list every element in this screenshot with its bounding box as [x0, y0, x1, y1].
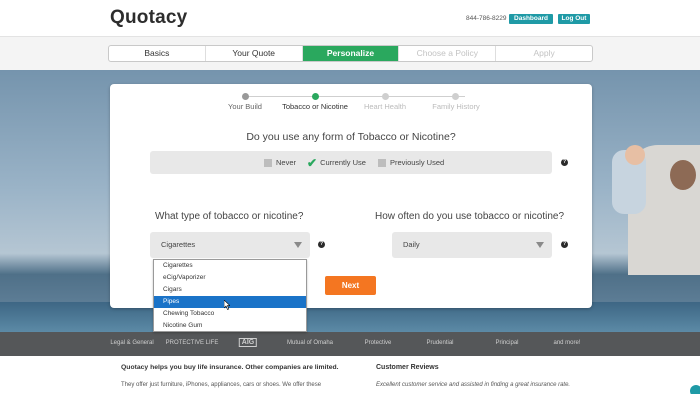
dropdown-option-highlighted[interactable]: Pipes	[154, 296, 306, 308]
sub-step-dot-tobacco	[312, 93, 319, 100]
checkbox-icon[interactable]	[378, 158, 386, 167]
tobacco-type-question: What type of tobacco or nicotine?	[155, 211, 304, 222]
option-currently-use-label: Currently Use	[320, 158, 366, 167]
chevron-down-icon	[536, 242, 544, 248]
dropdown-option[interactable]: Nicotine Gum	[154, 320, 306, 332]
partner-logo: Protective	[364, 340, 392, 346]
dropdown-option[interactable]: eCig/Vaporizer	[154, 272, 306, 284]
progress-step-personalize: Personalize	[302, 46, 400, 61]
progress-step-basics[interactable]: Basics	[109, 46, 206, 61]
sub-step-line	[245, 96, 465, 97]
site-header: Quotacy 844-786-8229 Dashboard Log Out	[0, 0, 700, 37]
phone-number[interactable]: 844-786-8229	[466, 15, 506, 22]
tobacco-frequency-question: How often do you use tobacco or nicotine…	[375, 211, 565, 222]
logout-button[interactable]: Log Out	[558, 14, 590, 24]
tobacco-question: Do you use any form of Tobacco or Nicoti…	[246, 131, 456, 143]
checkmark-icon[interactable]: ✔	[307, 157, 317, 169]
tobacco-frequency-select[interactable]: Daily	[392, 232, 552, 258]
partner-logo: Prudential	[426, 340, 454, 346]
tobacco-options: Never ✔ Currently Use Previously Used	[150, 151, 552, 174]
option-previously-used[interactable]: Previously Used	[378, 158, 444, 167]
sub-step-dot-your-build	[242, 93, 249, 100]
tobacco-type-selected-value: Cigarettes	[161, 240, 196, 249]
chat-icon[interactable]	[690, 385, 700, 394]
sub-step-label-tobacco: Tobacco or Nicotine	[282, 102, 348, 111]
tobacco-type-select[interactable]: Cigarettes	[150, 232, 310, 258]
progress-step-choose-policy: Choose a Policy	[399, 46, 497, 61]
sub-step-dot-family-history	[452, 93, 459, 100]
partner-logo: Legal & General	[110, 340, 154, 346]
partner-logo: AIG	[238, 338, 258, 347]
tobacco-type-dropdown-list: Cigarettes eCig/Vaporizer Cigars Pipes C…	[153, 259, 307, 332]
father-head	[670, 160, 696, 190]
chevron-down-icon	[294, 242, 302, 248]
option-previously-used-label: Previously Used	[390, 158, 445, 167]
dropdown-option[interactable]: Chewing Tobacco	[154, 308, 306, 320]
customer-reviews-title: Customer Reviews	[376, 364, 439, 371]
sub-step-indicator: Your Build Tobacco or Nicotine Heart Hea…	[110, 92, 592, 114]
help-icon[interactable]: ?	[561, 241, 568, 248]
option-never[interactable]: Never	[264, 158, 296, 167]
partner-logo: PROTECTIVE LIFE	[165, 340, 219, 346]
help-icon[interactable]: ?	[318, 241, 325, 248]
customer-review-text: Excellent customer service and assisted …	[376, 382, 571, 388]
progress-step-apply: Apply	[533, 48, 555, 58]
footer-intro-title: Quotacy helps you buy life insurance. Ot…	[121, 364, 339, 371]
dropdown-option[interactable]: Cigarettes	[154, 260, 306, 272]
progress-steps: Basics Your Quote Personalize Choose a P…	[108, 45, 593, 62]
partner-more-text: and more!	[553, 340, 581, 346]
sub-step-label-heart-health: Heart Health	[363, 102, 407, 111]
help-icon[interactable]: ?	[561, 159, 568, 166]
option-never-label: Never	[276, 158, 297, 167]
partner-logo: Principal	[495, 340, 519, 346]
sub-step-label-your-build: Your Build	[228, 102, 262, 111]
option-currently-use[interactable]: ✔ Currently Use	[307, 157, 366, 169]
page-footer: Quotacy helps you buy life insurance. Ot…	[0, 356, 700, 394]
frequency-selected-value: Daily	[403, 240, 420, 249]
next-button[interactable]: Next	[325, 276, 376, 295]
baby-head	[625, 145, 645, 165]
checkbox-icon[interactable]	[264, 158, 272, 167]
partner-logo: Mutual of Omaha	[286, 340, 334, 346]
dashboard-button[interactable]: Dashboard	[509, 14, 553, 24]
sub-step-dot-heart-health	[382, 93, 389, 100]
mouse-cursor-icon	[224, 300, 230, 310]
progress-step-your-quote[interactable]: Your Quote	[206, 46, 303, 61]
dropdown-option[interactable]: Cigars	[154, 284, 306, 296]
footer-intro-text: They offer just furniture, iPhones, appl…	[121, 382, 322, 388]
sub-step-label-family-history: Family History	[432, 102, 480, 111]
partner-logos-bar: Legal & General PROTECTIVE LIFE AIG Mutu…	[0, 332, 700, 356]
quotacy-logo[interactable]: Quotacy	[110, 7, 187, 29]
